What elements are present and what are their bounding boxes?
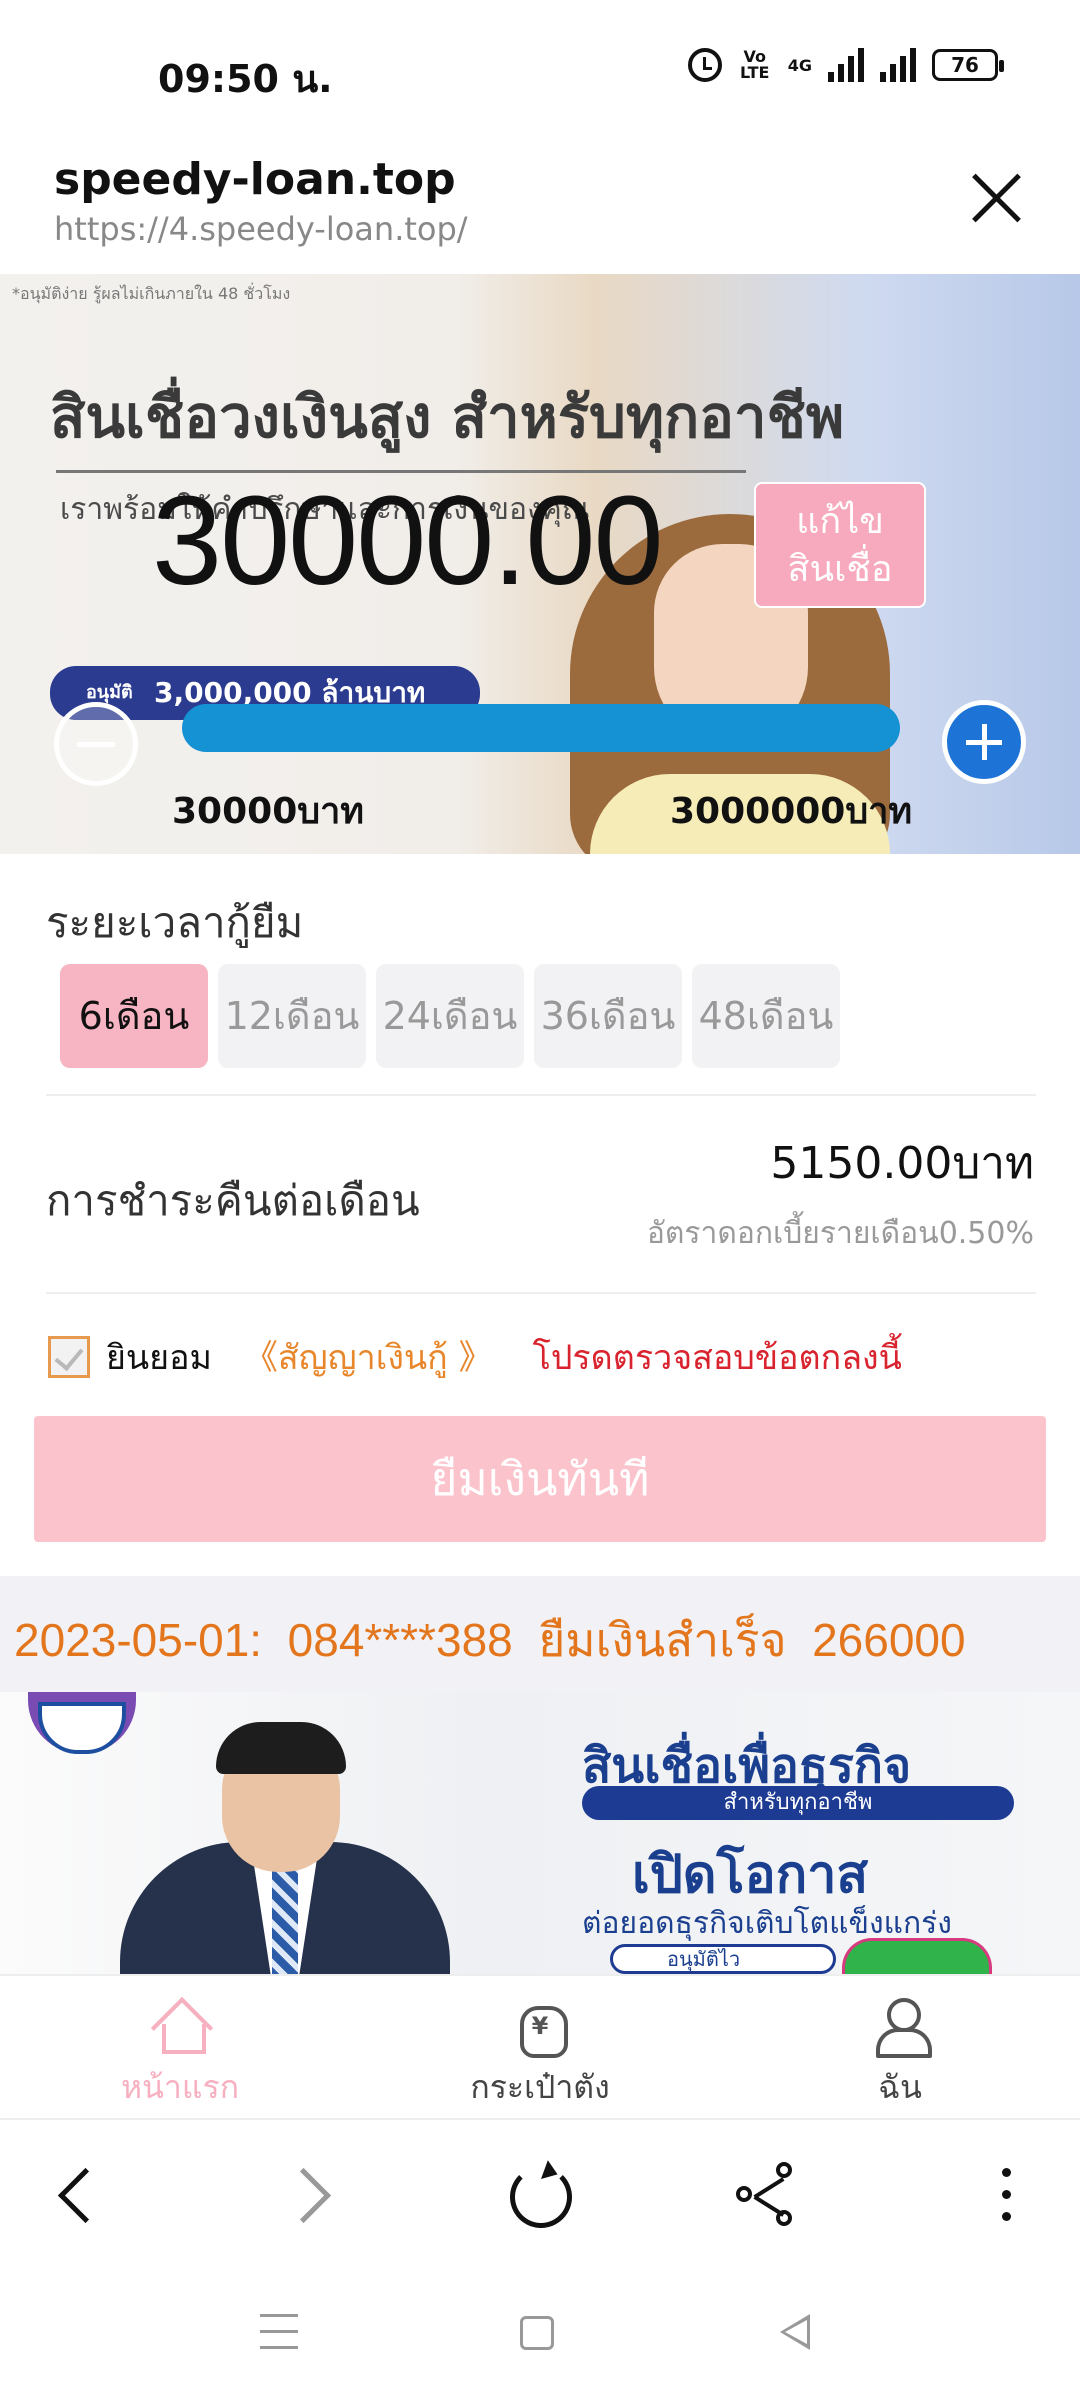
decrease-amount-button[interactable]: [54, 702, 138, 786]
tab-home-label: หน้าแรก: [120, 2068, 240, 2106]
network-type-icon: 4G: [787, 55, 812, 75]
bank-logo: [28, 1692, 136, 1754]
app-tab-bar: หน้าแรก กระเป๋าตัง ฉัน: [0, 1974, 1080, 2120]
loan-term-options: 6เดือน 12เดือน 24เดือน 36เดือน 48เดือน: [60, 964, 840, 1068]
browser-nav-bar: [0, 2120, 1080, 2266]
term-option-12[interactable]: 12เดือน: [218, 964, 366, 1068]
more-menu-icon[interactable]: [966, 2156, 1046, 2236]
term-option-36[interactable]: 36เดือน: [534, 964, 682, 1068]
browser-url-bar: speedy-loan.top https://4.speedy-loan.to…: [0, 132, 1080, 274]
slider-max-label: 3000000บาท: [670, 791, 913, 832]
term-option-48[interactable]: 48เดือน: [692, 964, 840, 1068]
agreement-note: โปรดตรวจสอบข้อตกลงนี้: [532, 1338, 902, 1378]
forward-icon[interactable]: [270, 2156, 350, 2236]
money-bag-icon: [510, 1996, 570, 2058]
close-icon[interactable]: [956, 160, 1036, 240]
signal-icon-2: [880, 48, 916, 82]
home-button-icon[interactable]: [520, 2316, 554, 2350]
ticker-status: ยืมเงินสำเร็จ: [538, 1614, 787, 1666]
loan-ticker: 2023-05-01: 084****388 ยืมเงินสำเร็จ 266…: [0, 1576, 1080, 1692]
status-icons: Vo LTE 4G 76: [687, 47, 1004, 82]
tab-home[interactable]: หน้าแรก: [80, 1996, 280, 2113]
user-icon: [870, 1996, 932, 2058]
agree-label: ยินยอม: [106, 1338, 212, 1378]
system-nav-bar: [0, 2266, 1080, 2400]
alarm-icon: [687, 48, 722, 82]
system-back-icon[interactable]: [770, 2310, 820, 2354]
agreement-checkbox[interactable]: [48, 1336, 90, 1378]
site-title: speedy-loan.top: [54, 154, 456, 205]
home-icon: [150, 1996, 210, 2054]
banner-fine-print: *อนุมัติง่าย รู้ผลไม่เกินภายใน 48 ชั่วโม…: [12, 284, 291, 303]
reload-icon[interactable]: [500, 2156, 580, 2236]
borrow-now-button[interactable]: ยืมเงินทันที: [34, 1416, 1046, 1542]
banner-headline: สินเชื่อวงเงินสูง สำหรับทุกอาชีพ: [50, 383, 845, 451]
edit-loan-label-2: สินเชื่อ: [787, 549, 893, 590]
signal-icon: [828, 48, 864, 82]
banner2-pill: สำหรับทุกอาชีพ: [582, 1786, 1014, 1820]
tab-wallet-label: กระเป๋าตัง: [470, 2068, 610, 2106]
recent-apps-icon[interactable]: [254, 2310, 304, 2354]
volte-icon: Vo LTE: [740, 47, 770, 82]
edit-loan-button[interactable]: แก้ไข สินเชื่อ: [754, 482, 926, 608]
loan-contract-link[interactable]: 《สัญญาเงินกู้ 》: [244, 1330, 493, 1384]
back-icon[interactable]: [36, 2156, 116, 2236]
edit-loan-label-1: แก้ไข: [796, 501, 884, 542]
agreement-row: ยินยอม 《สัญญาเงินกู้ 》 โปรดตรวจสอบข้อตกล…: [48, 1330, 902, 1384]
tab-wallet[interactable]: กระเป๋าตัง: [440, 1996, 640, 2113]
share-icon[interactable]: [730, 2156, 810, 2236]
ticker-date: 2023-05-01:: [14, 1614, 263, 1666]
battery-icon: 76: [932, 49, 1004, 81]
monthly-repayment-value: 5150.00บาท: [770, 1138, 1034, 1189]
status-bar: 09:50 น. Vo LTE 4G 76: [0, 0, 1080, 132]
divider: [46, 1094, 1036, 1096]
status-time: 09:50 น.: [158, 57, 333, 101]
amount-slider[interactable]: [182, 704, 900, 752]
loan-amount: 30000.00: [152, 470, 664, 611]
ticker-phone: 084****388: [287, 1614, 513, 1666]
loan-term-title: ระยะเวลากู้ยืม: [46, 898, 304, 947]
ticker-amount: 266000: [812, 1614, 966, 1666]
tab-me-label: ฉัน: [878, 2068, 922, 2106]
banner2-pill2: อนุมัติไว: [610, 1944, 836, 1974]
interest-rate-label: อัตราดอกเบี้ยรายเดือน0.50%: [646, 1216, 1034, 1251]
site-url[interactable]: https://4.speedy-loan.top/: [54, 210, 468, 248]
divider: [46, 1292, 1036, 1294]
ticker-text: 2023-05-01: 084****388 ยืมเงินสำเร็จ 266…: [14, 1604, 966, 1677]
monthly-repayment-label: การชำระคืนต่อเดือน: [46, 1176, 420, 1225]
business-loan-banner[interactable]: สินเชื่อเพื่อธุรกิจ สำหรับทุกอาชีพ เปิดโ…: [0, 1692, 1080, 1974]
increase-amount-button[interactable]: [942, 700, 1026, 784]
slider-min-label: 30000บาท: [172, 791, 365, 832]
banner2-green-button: [842, 1938, 992, 1974]
term-option-24[interactable]: 24เดือน: [376, 964, 524, 1068]
tab-me[interactable]: ฉัน: [800, 1996, 1000, 2113]
term-option-6[interactable]: 6เดือน: [60, 964, 208, 1068]
